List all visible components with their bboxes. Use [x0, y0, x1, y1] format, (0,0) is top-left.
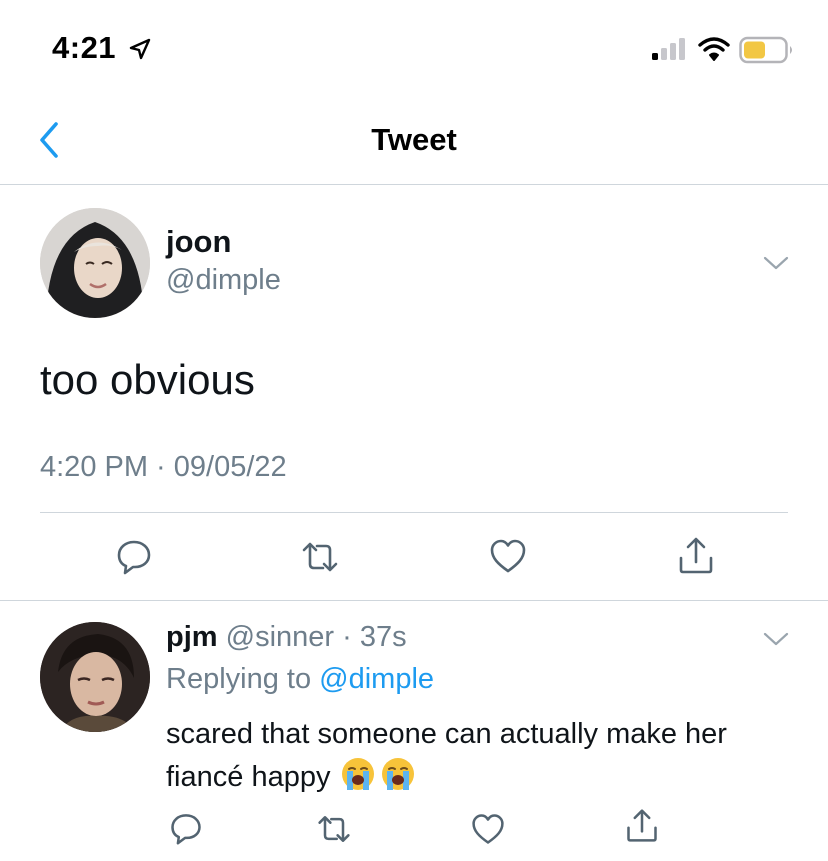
tweet-timestamp[interactable]: 4:20 PM · 09/05/22	[40, 451, 287, 484]
retweet-icon	[302, 542, 338, 572]
nav-divider	[0, 184, 828, 185]
reply-time: · 37s	[334, 621, 407, 653]
chevron-down-icon[interactable]	[762, 254, 790, 272]
wifi-icon	[698, 37, 730, 61]
status-time: 4:21	[52, 30, 117, 65]
tweet-divider	[40, 512, 788, 513]
reply-text: scared that someone can actually make he…	[166, 718, 727, 793]
share-button[interactable]	[676, 536, 716, 576]
share-icon	[627, 809, 657, 842]
reply-header: pjm @sinner · 37s	[166, 621, 407, 654]
avatar-photo-icon	[40, 622, 150, 732]
like-icon	[472, 814, 504, 844]
reply-author-handle[interactable]: @sinner	[226, 621, 334, 653]
reply-avatar[interactable]	[40, 622, 150, 732]
loudly-crying-face-emoji	[342, 758, 375, 790]
author-name[interactable]: joon	[166, 224, 231, 260]
reply-retweet-button[interactable]	[316, 811, 352, 847]
cellular-signal-icon	[652, 38, 685, 60]
reply-like-button[interactable]	[470, 811, 506, 847]
reply-icon	[117, 540, 151, 575]
reply-icon	[171, 814, 201, 845]
mention-link[interactable]: @dimple	[319, 663, 434, 695]
location-arrow-icon	[129, 38, 151, 60]
reply-share-button[interactable]	[624, 808, 660, 844]
page-title: Tweet	[371, 122, 457, 157]
chevron-down-icon[interactable]	[762, 630, 790, 648]
author-handle[interactable]: @dimple	[166, 264, 281, 297]
reply-author-name[interactable]: pjm	[166, 621, 218, 653]
avatar-photo-icon	[40, 208, 150, 318]
replying-prefix: Replying to	[166, 663, 320, 695]
reply-button[interactable]	[114, 536, 154, 576]
replying-to: Replying to @dimple	[166, 663, 434, 696]
section-divider	[0, 600, 828, 601]
battery-icon	[739, 36, 792, 64]
avatar[interactable]	[40, 208, 150, 318]
retweet-icon	[318, 816, 350, 842]
loudly-crying-face-emoji	[382, 758, 415, 790]
reply-text-block: scared that someone can actually make he…	[166, 713, 786, 799]
like-button[interactable]	[488, 536, 528, 576]
retweet-button[interactable]	[300, 537, 340, 577]
like-icon	[490, 539, 526, 573]
tweet-text: too obvious	[40, 356, 255, 403]
reply-reply-button[interactable]	[168, 810, 204, 846]
share-icon	[679, 537, 713, 574]
